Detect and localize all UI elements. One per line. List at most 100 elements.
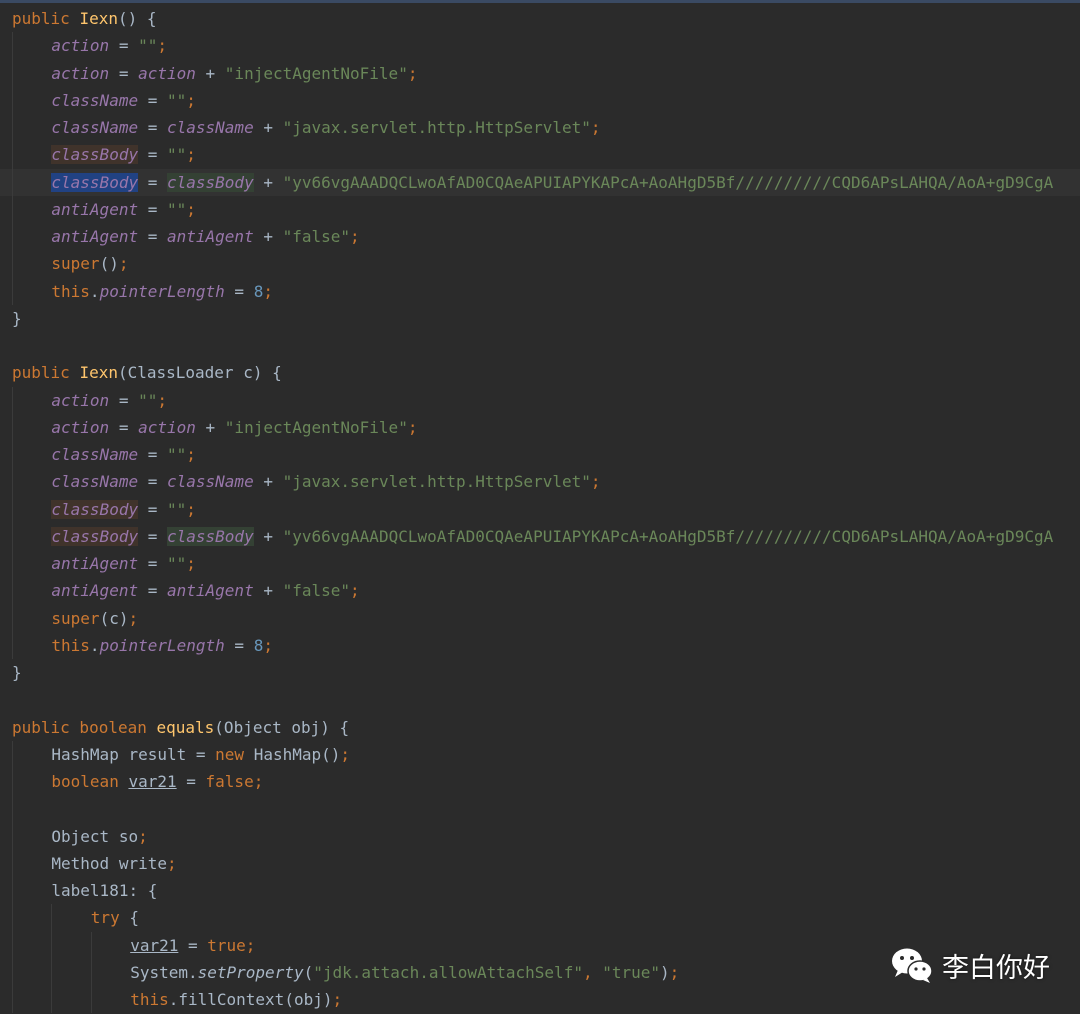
code-token: () — [99, 254, 119, 274]
code-token: "jdk.attach.allowAttachSelf" — [313, 962, 583, 982]
code-line[interactable]: HashMap result = new HashMap(); — [0, 740, 1080, 768]
code-line[interactable]: classBody = classBody + "yv66vgAAADQCLwo… — [0, 168, 1080, 196]
code-line[interactable]: action = ""; — [0, 386, 1080, 414]
code-line[interactable]: super(); — [0, 250, 1080, 278]
code-token: = — [138, 554, 167, 573]
code-token: ; — [186, 499, 196, 519]
code-text: var21 = true; — [130, 932, 255, 959]
code-token: try — [90, 908, 130, 928]
code-token: ; — [350, 581, 360, 601]
code-line[interactable]: action = action + "injectAgentNoFile"; — [0, 59, 1080, 87]
indent-guide — [12, 958, 13, 986]
code-line[interactable]: super(c); — [0, 604, 1080, 632]
code-token: = — [138, 145, 167, 165]
code-line[interactable]: classBody = ""; — [0, 141, 1080, 169]
code-token: this — [51, 281, 90, 301]
indent-guide — [90, 986, 92, 1014]
code-line[interactable]: className = ""; — [0, 86, 1080, 114]
code-text: antiAgent = ""; — [51, 196, 196, 223]
code-line[interactable]: classBody = classBody + "yv66vgAAADQCLwo… — [0, 522, 1080, 550]
code-token: 8 — [253, 635, 264, 655]
code-line[interactable]: public boolean equals(Object obj) { — [0, 714, 1080, 741]
code-text: action = ""; — [51, 387, 167, 414]
code-token: className — [51, 90, 139, 110]
code-line[interactable]: antiAgent = ""; — [0, 550, 1080, 578]
code-token: "javax.servlet.http.HttpServlet" — [282, 472, 591, 492]
code-token: Method write — [51, 853, 167, 873]
code-token: . — [89, 281, 100, 301]
code-token: pointerLength — [99, 281, 225, 301]
code-token: public — [12, 363, 80, 383]
code-token: antiAgent — [51, 581, 139, 601]
code-line[interactable]: className = ""; — [0, 441, 1080, 469]
code-token: = — [224, 281, 254, 301]
code-line[interactable]: this.pointerLength = 8; — [0, 631, 1080, 659]
code-text: Method write; — [51, 850, 176, 877]
code-token: label181: { — [51, 881, 158, 900]
indent-guide — [12, 822, 13, 850]
code-token: (ClassLoader c) { — [117, 363, 282, 383]
code-token: ; — [166, 853, 177, 873]
code-token: antiAgent — [51, 227, 139, 246]
code-line[interactable]: public Iexn() { — [0, 5, 1080, 32]
code-line[interactable] — [0, 332, 1080, 359]
code-line[interactable]: public Iexn(ClassLoader c) { — [0, 359, 1080, 386]
code-text: classBody = classBody + "yv66vgAAADQCLwo… — [51, 523, 1053, 550]
code-line[interactable]: action = ""; — [0, 32, 1080, 60]
code-line[interactable] — [0, 795, 1080, 823]
code-line[interactable] — [0, 686, 1080, 713]
code-text: } — [12, 305, 22, 332]
code-token: "javax.servlet.http.HttpServlet" — [282, 118, 591, 137]
code-token: . — [89, 635, 100, 655]
code-line[interactable]: this.fillContext(obj); — [0, 986, 1080, 1014]
code-token: HashMap result = — [51, 744, 216, 764]
code-token: () { — [117, 9, 157, 28]
indent-guide — [51, 931, 53, 959]
code-line[interactable]: } — [0, 305, 1080, 332]
code-line[interactable]: } — [0, 659, 1080, 686]
code-line[interactable]: antiAgent = ""; — [0, 195, 1080, 223]
code-text: className = ""; — [51, 87, 196, 114]
code-token: "" — [167, 90, 187, 110]
code-text: this.pointerLength = 8; — [51, 278, 273, 305]
code-token: = — [138, 499, 167, 519]
code-line[interactable]: className = className + "javax.servlet.h… — [0, 114, 1080, 142]
code-token: = — [138, 445, 167, 464]
code-line[interactable]: label181: { — [0, 877, 1080, 905]
indent-guide — [51, 986, 53, 1014]
watermark-text: 李白你好 — [942, 952, 1050, 984]
code-line[interactable]: boolean var21 = false; — [0, 768, 1080, 796]
code-editor[interactable]: public Iexn() {action = ""; action = acti… — [0, 5, 1080, 1014]
code-line[interactable]: classBody = ""; — [0, 495, 1080, 523]
code-token: + — [253, 172, 283, 192]
code-line[interactable]: Object so; — [0, 822, 1080, 850]
indent-guide — [12, 577, 13, 605]
code-token: var21 — [130, 935, 179, 955]
code-line[interactable]: try { — [0, 904, 1080, 932]
code-token: = — [138, 227, 167, 246]
watermark: 李白你好 — [890, 944, 1050, 986]
code-text: HashMap result = new HashMap(); — [51, 741, 350, 768]
indent-guide — [12, 631, 13, 659]
code-token: ; — [350, 227, 360, 246]
code-token: action — [138, 417, 196, 437]
code-token: ; — [590, 472, 601, 492]
code-token: = — [178, 935, 208, 955]
code-line[interactable]: this.pointerLength = 8; — [0, 277, 1080, 305]
code-token: System. — [130, 962, 198, 982]
window-top-border — [0, 0, 1080, 3]
code-token: + — [253, 526, 283, 546]
code-line[interactable]: antiAgent = antiAgent + "false"; — [0, 223, 1080, 251]
code-line[interactable]: antiAgent = antiAgent + "false"; — [0, 577, 1080, 605]
code-token: = — [138, 199, 167, 219]
code-token: = — [138, 581, 167, 601]
code-line[interactable]: action = action + "injectAgentNoFile"; — [0, 413, 1080, 441]
code-token: "yv66vgAAADQCLwoAfAD0CQAeAPUIAPYKAPcA+Ao… — [282, 172, 1054, 192]
code-token: = — [109, 417, 139, 437]
code-token: (Object obj) { — [214, 717, 350, 737]
code-line[interactable]: className = className + "javax.servlet.h… — [0, 468, 1080, 496]
code-token: new — [215, 744, 254, 764]
code-line[interactable]: Method write; — [0, 849, 1080, 877]
code-token: + — [253, 581, 283, 601]
code-text: antiAgent = ""; — [51, 550, 196, 577]
